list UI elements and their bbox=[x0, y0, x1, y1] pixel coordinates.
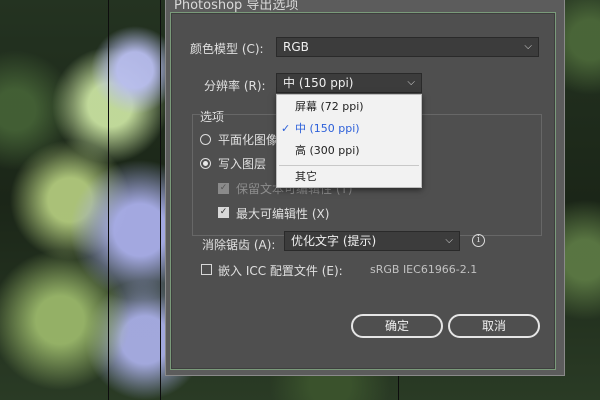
resolution-select[interactable]: 中 (150 ppi) ⌵ bbox=[276, 73, 422, 93]
check-icon: ✓ bbox=[281, 122, 291, 135]
ok-button[interactable]: 确定 bbox=[351, 314, 443, 338]
icc-checkbox[interactable] bbox=[201, 264, 212, 275]
write-layers-radio[interactable] bbox=[200, 158, 211, 169]
flatten-radio[interactable] bbox=[200, 134, 211, 145]
info-icon[interactable]: i bbox=[472, 234, 485, 247]
chevron-down-icon: ⌵ bbox=[524, 41, 532, 52]
resolution-dropdown-menu: 屏幕 (72 ppi) ✓ 中 (150 ppi) 高 (300 ppi) 其它 bbox=[276, 94, 422, 188]
max-edit-checkbox[interactable]: ✓ bbox=[218, 207, 229, 218]
icc-label: 嵌入 ICC 配置文件 (E): bbox=[218, 264, 343, 278]
dropdown-item-medium-label: 中 (150 ppi) bbox=[295, 122, 360, 135]
dropdown-item-high[interactable]: 高 (300 ppi) bbox=[277, 141, 421, 161]
preserve-text-checkbox[interactable]: ✓ bbox=[218, 183, 229, 194]
menu-divider bbox=[279, 165, 419, 166]
cancel-button[interactable]: 取消 bbox=[448, 314, 540, 338]
antialias-label: 消除锯齿 (A): bbox=[202, 238, 276, 252]
chevron-down-icon: ⌵ bbox=[445, 235, 453, 246]
guide-line bbox=[108, 0, 109, 400]
write-layers-label: 写入图层 bbox=[218, 157, 267, 171]
dropdown-item-screen[interactable]: 屏幕 (72 ppi) bbox=[277, 97, 421, 117]
antialias-select[interactable]: 优化文字 (提示) ⌵ bbox=[284, 231, 460, 251]
icc-profile-value: sRGB IEC61966-2.1 bbox=[370, 263, 478, 276]
guide-line bbox=[160, 0, 161, 400]
max-edit-label: 最大可编辑性 (X) bbox=[236, 207, 330, 221]
dropdown-item-medium[interactable]: ✓ 中 (150 ppi) bbox=[277, 119, 421, 139]
color-model-label: 颜色模型 (C): bbox=[190, 42, 264, 56]
antialias-value: 优化文字 (提示) bbox=[291, 234, 377, 248]
color-model-select[interactable]: RGB ⌵ bbox=[276, 37, 539, 57]
resolution-value: 中 (150 ppi) bbox=[283, 76, 354, 90]
color-model-value: RGB bbox=[283, 40, 309, 54]
chevron-down-icon: ⌵ bbox=[407, 77, 415, 88]
resolution-label: 分辨率 (R): bbox=[204, 79, 266, 93]
flatten-label: 平面化图像 bbox=[218, 133, 279, 147]
dropdown-item-other[interactable]: 其它 bbox=[277, 167, 421, 187]
